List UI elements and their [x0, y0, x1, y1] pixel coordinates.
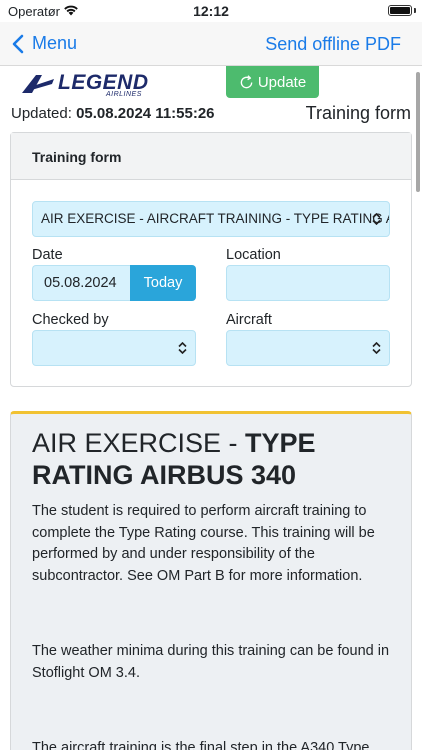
exercise-info-panel: AIR EXERCISE - TYPE RATING AIRBUS 340 Th…: [10, 411, 412, 750]
exercise-heading-prefix: AIR EXERCISE -: [32, 428, 246, 458]
exercise-heading: AIR EXERCISE - TYPE RATING AIRBUS 340: [32, 427, 390, 491]
status-bar: Operatør 12:12: [0, 0, 422, 22]
date-label: Date: [32, 247, 63, 263]
date-input[interactable]: 05.08.2024: [32, 265, 132, 301]
training-form-card: Training form AIR EXERCISE - AIRCRAFT TR…: [10, 132, 412, 387]
refresh-icon: [240, 74, 253, 88]
update-button[interactable]: Update: [226, 66, 319, 98]
updated-prefix: Updated:: [11, 105, 72, 122]
card-title: Training form: [11, 133, 411, 180]
select-arrows-icon: [372, 213, 381, 225]
checked-by-select[interactable]: [32, 330, 196, 366]
info-paragraph-2: The weather minima during this training …: [32, 643, 390, 681]
aircraft-label: Aircraft: [226, 312, 272, 328]
legend-airlines-logo: LEGEND AIRLINES: [20, 71, 152, 99]
update-label: Update: [257, 73, 307, 91]
send-offline-pdf-button[interactable]: Send offline PDF: [265, 34, 401, 55]
info-paragraph-3: The aircraft training is the final step …: [32, 740, 370, 750]
battery-icon: [388, 5, 412, 16]
logo-mark-icon: [22, 75, 54, 93]
updated-value: 05.08.2024 11:55:26: [76, 105, 215, 122]
exercise-select[interactable]: AIR EXERCISE - AIRCRAFT TRAINING - TYPE …: [32, 201, 390, 237]
select-arrows-icon: [372, 342, 381, 354]
chevron-left-icon: [12, 34, 24, 53]
info-paragraph-1: The student is required to perform aircr…: [32, 503, 375, 584]
nav-bar: Menu Send offline PDF: [0, 22, 422, 66]
page-title: Training form: [305, 103, 411, 123]
location-label: Location: [226, 247, 281, 263]
aircraft-select[interactable]: [226, 330, 390, 366]
checked-by-label: Checked by: [32, 312, 109, 328]
exercise-select-value: AIR EXERCISE - AIRCRAFT TRAINING - TYPE …: [41, 211, 389, 226]
clock: 12:12: [193, 3, 229, 19]
select-arrows-icon: [178, 342, 187, 354]
logo-subtext: AIRLINES: [106, 91, 142, 98]
location-input[interactable]: [226, 265, 390, 301]
scrollbar[interactable]: [416, 72, 420, 192]
battery-cap: [414, 8, 416, 13]
main-content[interactable]: LEGEND AIRLINES Update Updated: 05.08.20…: [0, 66, 422, 750]
back-label: Menu: [32, 33, 78, 53]
today-button[interactable]: Today: [130, 265, 196, 301]
back-button[interactable]: Menu: [12, 33, 77, 54]
updated-timestamp: Updated: 05.08.2024 11:55:26: [11, 105, 215, 122]
